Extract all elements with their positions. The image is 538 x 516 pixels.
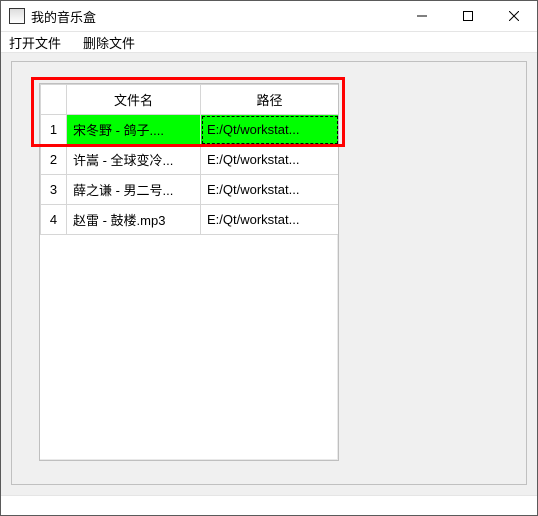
window-title: 我的音乐盒 bbox=[31, 7, 96, 26]
close-button[interactable] bbox=[491, 1, 537, 31]
row-number[interactable]: 1 bbox=[41, 115, 67, 145]
cell-filename[interactable]: 薛之谦 - 男二号... bbox=[67, 175, 201, 205]
cell-filename[interactable]: 赵雷 - 鼓楼.mp3 bbox=[67, 205, 201, 235]
table-row[interactable]: 2 许嵩 - 全球变冷... E:/Qt/workstat... bbox=[41, 145, 339, 175]
file-table[interactable]: 文件名 路径 1 宋冬野 - 鸽子.... E:/Qt/workstat... … bbox=[39, 83, 339, 461]
app-window: 我的音乐盒 打开文件 删除文件 bbox=[0, 0, 538, 516]
table-corner bbox=[41, 85, 67, 115]
table-header-row: 文件名 路径 bbox=[41, 85, 339, 115]
cell-path[interactable]: E:/Qt/workstat... bbox=[201, 145, 339, 175]
table-row[interactable]: 3 薛之谦 - 男二号... E:/Qt/workstat... bbox=[41, 175, 339, 205]
col-header-filename[interactable]: 文件名 bbox=[67, 85, 201, 115]
col-header-path[interactable]: 路径 bbox=[201, 85, 339, 115]
table-row[interactable]: 1 宋冬野 - 鸽子.... E:/Qt/workstat... bbox=[41, 115, 339, 145]
row-number[interactable]: 3 bbox=[41, 175, 67, 205]
maximize-button[interactable] bbox=[445, 1, 491, 31]
row-number[interactable]: 4 bbox=[41, 205, 67, 235]
menubar: 打开文件 删除文件 bbox=[1, 31, 537, 53]
titlebar[interactable]: 我的音乐盒 bbox=[1, 1, 537, 31]
client-area: 文件名 路径 1 宋冬野 - 鸽子.... E:/Qt/workstat... … bbox=[1, 53, 537, 495]
window-controls bbox=[399, 1, 537, 31]
row-number[interactable]: 2 bbox=[41, 145, 67, 175]
cell-filename[interactable]: 许嵩 - 全球变冷... bbox=[67, 145, 201, 175]
menu-open-file[interactable]: 打开文件 bbox=[7, 32, 63, 53]
app-icon bbox=[9, 8, 25, 24]
cell-filename[interactable]: 宋冬野 - 鸽子.... bbox=[67, 115, 201, 145]
cell-path[interactable]: E:/Qt/workstat... bbox=[201, 115, 339, 145]
statusbar bbox=[1, 495, 537, 515]
cell-path[interactable]: E:/Qt/workstat... bbox=[201, 175, 339, 205]
table-row[interactable]: 4 赵雷 - 鼓楼.mp3 E:/Qt/workstat... bbox=[41, 205, 339, 235]
menu-delete-file[interactable]: 删除文件 bbox=[81, 32, 137, 53]
minimize-button[interactable] bbox=[399, 1, 445, 31]
cell-path[interactable]: E:/Qt/workstat... bbox=[201, 205, 339, 235]
